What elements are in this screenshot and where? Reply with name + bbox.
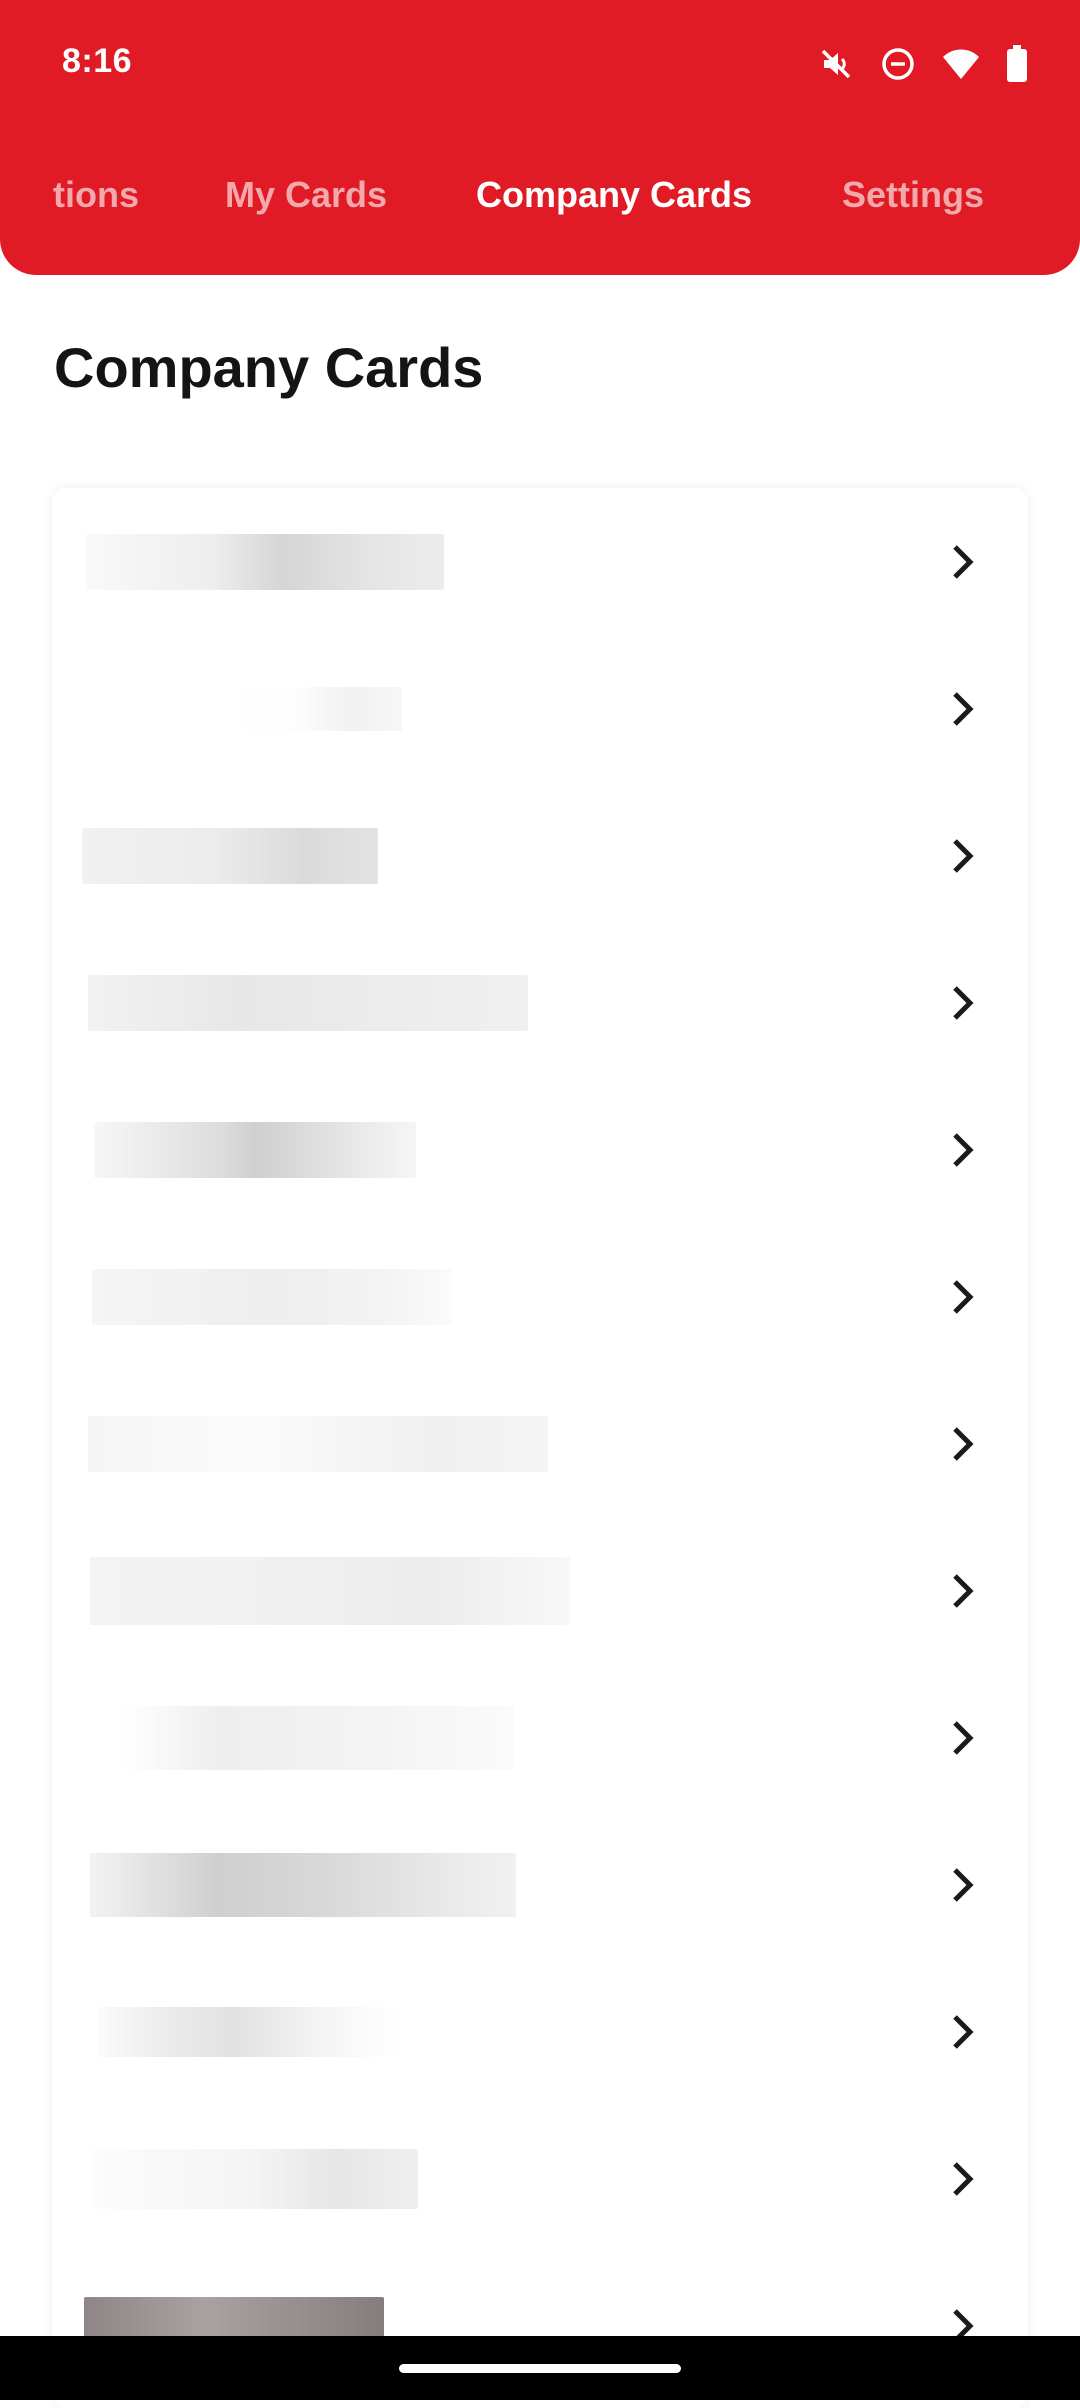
list-item[interactable]: [52, 1370, 1028, 1517]
redacted-card-name: [122, 1705, 514, 1770]
do-not-disturb-icon: [880, 46, 916, 82]
tab-settings[interactable]: Settings: [842, 174, 984, 216]
chevron-right-icon: [953, 838, 974, 873]
chevron-right-icon: [953, 1720, 974, 1755]
list-item[interactable]: [52, 635, 1028, 782]
status-icons: [818, 44, 1028, 84]
chevron-right-icon: [953, 2014, 974, 2049]
list-item[interactable]: [52, 488, 1028, 635]
redacted-card-name: [92, 2148, 418, 2209]
tab-company-cards[interactable]: Company Cards: [476, 174, 752, 216]
list-item[interactable]: [52, 1664, 1028, 1811]
chevron-right-icon: [953, 1279, 974, 1314]
redacted-card-name: [86, 533, 444, 590]
redacted-card-name: [90, 1556, 570, 1625]
redacted-card-name: [94, 1121, 416, 1178]
app-header: 8:16 tions My Cards Company Cards Settin…: [0, 0, 1080, 275]
list-item[interactable]: [52, 2105, 1028, 2252]
chevron-right-icon: [953, 1573, 974, 1608]
home-indicator[interactable]: [399, 2364, 681, 2373]
status-time: 8:16: [62, 42, 133, 80]
wifi-icon: [942, 47, 980, 81]
tab-bar: tions My Cards Company Cards Settings: [0, 168, 1080, 228]
battery-icon: [1006, 45, 1028, 83]
list-item[interactable]: [52, 1076, 1028, 1223]
list-item[interactable]: [52, 1958, 1028, 2105]
list-item[interactable]: [52, 1223, 1028, 1370]
list-item[interactable]: [52, 929, 1028, 1076]
chevron-right-icon: [953, 1867, 974, 1902]
redacted-card-name: [98, 2006, 398, 2057]
redacted-card-name: [232, 686, 402, 731]
tab-my-cards[interactable]: My Cards: [225, 174, 387, 216]
mute-icon: [818, 46, 854, 82]
page-title: Company Cards: [54, 336, 484, 399]
chevron-right-icon: [953, 1132, 974, 1167]
system-navigation-bar: [0, 2336, 1080, 2400]
chevron-right-icon: [953, 691, 974, 726]
redacted-card-name: [88, 1415, 548, 1472]
chevron-right-icon: [953, 985, 974, 1020]
redacted-card-name: [88, 974, 528, 1031]
redacted-card-name: [92, 1268, 452, 1325]
tab-transactions[interactable]: tions: [53, 174, 139, 216]
redacted-card-name: [82, 827, 378, 884]
list-item[interactable]: [52, 1517, 1028, 1664]
chevron-right-icon: [953, 2161, 974, 2196]
chevron-right-icon: [953, 1426, 974, 1461]
company-card-list: [52, 488, 1028, 2408]
list-item[interactable]: [52, 782, 1028, 929]
list-item[interactable]: [52, 1811, 1028, 1958]
redacted-card-name: [90, 1852, 516, 1917]
chevron-right-icon: [953, 544, 974, 579]
